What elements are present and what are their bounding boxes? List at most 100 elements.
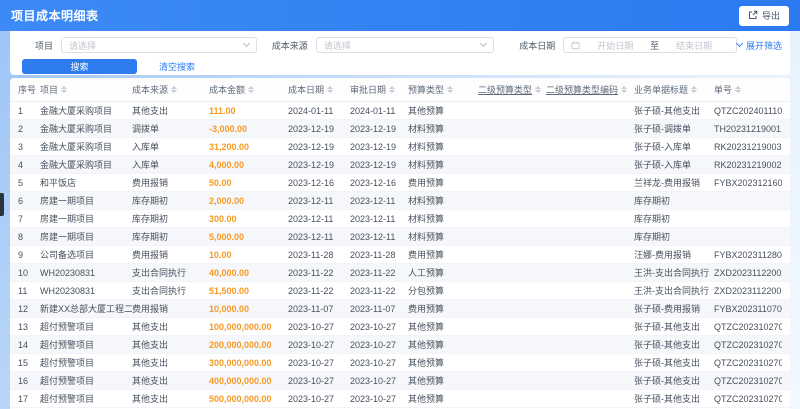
calendar-icon xyxy=(571,41,580,50)
sort-icon[interactable] xyxy=(621,86,628,93)
table-cell: 金融大厦采购项目 xyxy=(40,106,113,116)
table-cell: 其他预算 xyxy=(408,340,445,350)
col-header-budget-type[interactable]: 预算类型 xyxy=(408,83,478,96)
table-cell: 400,000,000.00 xyxy=(209,375,272,386)
table-row: 6 房建一期项目 库存期初 2,000.00 2023-12-11 2023-12-11 材… xyxy=(10,192,790,210)
table-cell: 支出合同执行 xyxy=(132,286,187,296)
table-cell: 张子硕-入库单 xyxy=(634,160,691,170)
table-cell: 调拨单 xyxy=(132,124,160,134)
table-cell: 张子硕-调拨单 xyxy=(634,124,691,134)
table-cell: 2023-12-19 xyxy=(350,123,397,134)
table-row: 17 超付预警项目 其他支出 500,000,000.00 2023-10-27 2023… xyxy=(10,390,790,408)
cost-date-range-input[interactable]: 开始日期 至 结束日期 xyxy=(563,37,737,53)
table-cell: 2023-10-27 xyxy=(288,375,335,386)
col-header-sub-budget-type[interactable]: 二级预算类型 xyxy=(478,83,546,96)
table-cell: 材料预算 xyxy=(408,142,445,152)
col-header-approval-date[interactable]: 审批日期 xyxy=(350,83,408,96)
table-cell: 其他支出 xyxy=(132,376,169,386)
col-header-cost-date[interactable]: 成本日期 xyxy=(288,83,350,96)
table-cell: 房建一期项目 xyxy=(40,232,95,242)
table-cell: 3 xyxy=(18,141,24,152)
table-cell: 2023-12-19 xyxy=(288,159,335,170)
col-header-project[interactable]: 项目 xyxy=(40,83,132,96)
start-date-input[interactable]: 开始日期 xyxy=(580,39,650,52)
page: 项目成本明细表 导出 项目 请选择 成本来源 请选择 成本日期 开始日期 至 结… xyxy=(0,0,800,409)
export-label: 导出 xyxy=(761,11,780,21)
sort-icon[interactable] xyxy=(171,86,178,93)
table-cell: 其他支出 xyxy=(132,358,169,368)
table-body: 1 金融大厦采购项目 其他支出 111.00 2024-01-11 2024-01-11 其… xyxy=(10,102,790,408)
cost-source-filter-label: 成本来源 xyxy=(271,40,308,51)
cost-source-select[interactable]: 请选择 xyxy=(315,37,495,53)
table-cell: 111.00 xyxy=(209,105,236,116)
table-cell: 其他预算 xyxy=(408,322,445,332)
table-row: 12 新建XX总部大厦工程二期 费用报销 10,000.00 2023-11-07 202… xyxy=(10,300,790,318)
table-cell: 超付预警项目 xyxy=(40,358,95,368)
table-cell: 11 xyxy=(18,285,28,296)
sort-icon[interactable] xyxy=(61,86,68,93)
project-select[interactable]: 请选择 xyxy=(61,37,257,53)
table-cell: 其他支出 xyxy=(132,106,169,116)
table-cell: 12 xyxy=(18,303,29,314)
col-header-cost-amount[interactable]: 成本金额 xyxy=(209,83,288,96)
table-cell: 9 xyxy=(18,249,24,260)
expand-filters-label: 展开筛选 xyxy=(745,40,782,51)
table-row: 15 超付预警项目 其他支出 300,000,000.00 2023-10-27 2023… xyxy=(10,354,790,372)
table-cell: 2023-10-27 xyxy=(350,339,397,350)
table-cell: 2023-12-11 xyxy=(288,231,334,242)
sort-icon[interactable] xyxy=(735,86,742,93)
table-cell: 支出合同执行 xyxy=(132,268,187,278)
sort-icon[interactable] xyxy=(248,86,255,93)
table-cell: 14 xyxy=(18,339,29,350)
table-cell: QTZC20240111001 xyxy=(714,105,782,116)
sort-icon[interactable] xyxy=(389,86,396,93)
col-header-cost-source[interactable]: 成本来源 xyxy=(132,83,209,96)
filter-row: 项目 请选择 成本来源 请选择 成本日期 开始日期 至 结束日期 展开筛选 xyxy=(10,37,790,53)
col-header-doc-title[interactable]: 业务单据标题 xyxy=(634,83,714,96)
table-cell: 公司备选项目 xyxy=(40,250,95,260)
filter-actions: 搜索 清空搜索 xyxy=(10,59,790,74)
sort-icon[interactable] xyxy=(447,86,454,93)
expand-filters-link[interactable]: 展开筛选 xyxy=(735,39,782,52)
table-cell: 2023-12-16 xyxy=(350,177,397,188)
table-cell: WH20230831 xyxy=(40,285,96,296)
table-cell: 2 xyxy=(18,123,24,134)
export-icon xyxy=(748,10,758,22)
sort-icon[interactable] xyxy=(691,86,698,93)
table-cell: 2023-10-27 xyxy=(350,393,397,404)
col-header-doc-no[interactable]: 单号 xyxy=(714,83,782,96)
table-cell: 和平饭店 xyxy=(40,178,77,188)
search-button[interactable]: 搜索 xyxy=(22,59,137,74)
table-cell: 13 xyxy=(18,321,29,332)
table-cell: 7 xyxy=(18,213,24,224)
table-cell: 10.00 xyxy=(209,249,232,260)
side-panel-handle[interactable] xyxy=(0,193,4,216)
table-cell: 材料预算 xyxy=(408,124,445,134)
col-header-sub-budget-code[interactable]: 二级预算类型编码 xyxy=(546,83,634,96)
end-date-input[interactable]: 结束日期 xyxy=(659,39,729,52)
table-cell: 500,000,000.00 xyxy=(209,393,272,404)
export-button[interactable]: 导出 xyxy=(738,5,789,26)
table-cell: 入库单 xyxy=(132,142,160,152)
table-cell: 张子硕-其他支出 xyxy=(634,376,700,386)
table-cell: 张子硕-其他支出 xyxy=(634,358,700,368)
project-filter-label: 项目 xyxy=(35,40,54,51)
table-cell: 王洪-支出合同执行 xyxy=(634,286,709,296)
page-header: 项目成本明细表 导出 xyxy=(0,0,800,31)
table-row: 13 超付预警项目 其他支出 100,000,000.00 2023-10-27 2023… xyxy=(10,318,790,336)
table-cell: 2023-11-22 xyxy=(350,267,396,278)
table-cell: 材料预算 xyxy=(408,196,445,206)
table-cell: 17 xyxy=(18,393,29,404)
table-cell: 其他预算 xyxy=(408,106,445,116)
sort-icon[interactable] xyxy=(327,86,334,93)
clear-search-link[interactable]: 清空搜索 xyxy=(159,60,195,73)
table-cell: 金融大厦采购项目 xyxy=(40,142,113,152)
table-cell: 5,000.00 xyxy=(209,231,245,242)
table-cell: 2023-11-28 xyxy=(350,249,396,260)
table-cell: 库存期初 xyxy=(634,214,671,224)
table-header-row: 序号 项目 成本来源 成本金额 成本日期 审批日期 预算类型 二级预算类型 二级… xyxy=(10,78,790,102)
table-cell: 费用报销 xyxy=(132,304,169,314)
sort-icon[interactable] xyxy=(535,86,542,93)
cost-source-select-placeholder: 请选择 xyxy=(323,40,351,51)
table-cell: 2023-12-11 xyxy=(350,213,396,224)
